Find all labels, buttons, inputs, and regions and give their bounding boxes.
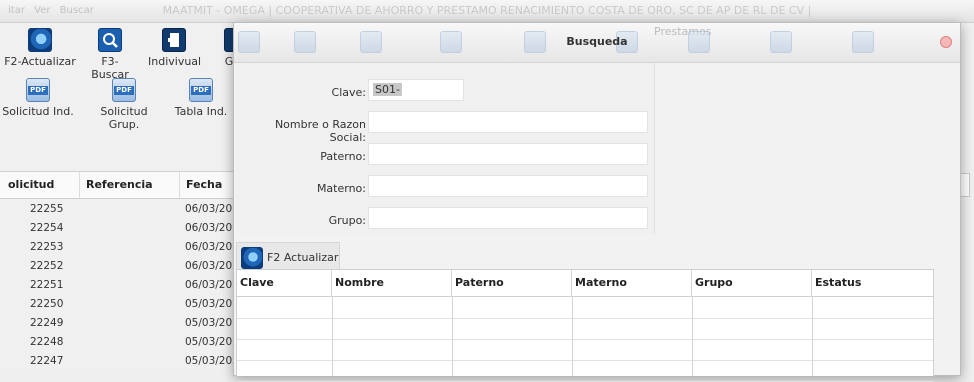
refresh-icon <box>28 28 52 52</box>
busqueda-dialog: Prestamos Busqueda Clave: S01- Nombre o … <box>233 22 961 382</box>
table-row[interactable] <box>237 339 933 361</box>
update-button[interactable]: F2 Actualizar <box>236 242 340 272</box>
cell-solicitud: 22254 <box>30 222 64 234</box>
table-row[interactable]: 22253 06/03/202 <box>0 238 239 257</box>
column-divider <box>692 296 693 376</box>
column-divider <box>332 296 333 376</box>
table-row[interactable]: 22250 05/03/202 <box>0 295 239 314</box>
column-grupo[interactable]: Grupo <box>692 270 812 296</box>
refresh-icon <box>241 247 263 269</box>
table-row[interactable] <box>237 297 933 319</box>
search-icon <box>98 28 122 52</box>
results-table-header: Clave Nombre Paterno Materno Grupo Estat… <box>237 270 933 297</box>
materno-input[interactable] <box>368 175 648 197</box>
menu-editar[interactable]: itar <box>8 5 25 16</box>
main-window-titlebar: MAATMIT - OMEGA | COOPERATIVA DE AHORRO … <box>0 0 974 23</box>
cell-fecha: 06/03/202 <box>185 203 239 215</box>
tabla-ind-label: Tabla Ind. <box>174 105 228 118</box>
pdf-icon: PDF <box>112 78 136 102</box>
materno-label: Materno: <box>316 182 366 195</box>
clave-input[interactable]: S01- <box>368 79 464 101</box>
group-button-label: G <box>224 55 234 68</box>
pdf-icon: PDF <box>189 78 213 102</box>
column-referencia[interactable]: Referencia <box>80 172 180 198</box>
column-divider <box>812 296 813 376</box>
column-divider <box>572 296 573 376</box>
cell-solicitud: 22251 <box>30 279 64 291</box>
dialog-title: Busqueda <box>566 35 628 48</box>
individual-button[interactable]: Indivivual <box>148 28 202 68</box>
table-row[interactable] <box>237 318 933 340</box>
column-solicitud[interactable]: olicitud <box>0 172 80 198</box>
search-form: Clave: S01- Nombre o Razon Social: Pater… <box>236 63 655 234</box>
table-row[interactable]: 22249 05/03/202 <box>0 314 239 333</box>
menu-buscar[interactable]: Buscar <box>60 5 94 16</box>
cell-solicitud: 22252 <box>30 260 64 272</box>
table-row[interactable]: 22251 06/03/202 <box>0 276 239 295</box>
group-button[interactable]: G <box>216 28 234 68</box>
cell-solicitud: 22247 <box>30 355 64 367</box>
search-button[interactable]: F3-Buscar <box>84 28 136 81</box>
exit-door-icon <box>162 28 186 52</box>
close-icon[interactable] <box>940 36 952 48</box>
cell-solicitud: 22248 <box>30 336 64 348</box>
cell-solicitud: 22250 <box>30 298 64 310</box>
menu-ver[interactable]: Ver <box>34 5 50 16</box>
table-row[interactable]: 22247 05/03/202 <box>0 352 239 371</box>
nombre-label: Nombre o Razon Social: <box>274 118 366 144</box>
cell-fecha: 06/03/202 <box>185 222 239 234</box>
cell-fecha: 06/03/202 <box>185 279 239 291</box>
column-nombre[interactable]: Nombre <box>332 270 452 296</box>
column-estatus[interactable]: Estatus <box>812 270 933 296</box>
solicitud-grup-button[interactable]: PDF Solicitud Grup. <box>84 78 164 131</box>
column-divider <box>452 296 453 376</box>
cell-fecha: 05/03/202 <box>185 317 239 329</box>
individual-button-label: Indivivual <box>148 55 202 68</box>
cell-fecha: 06/03/202 <box>185 260 239 272</box>
nombre-input[interactable] <box>368 111 648 133</box>
table-row[interactable] <box>237 360 933 382</box>
table-row[interactable]: 22254 06/03/202 <box>0 219 239 238</box>
dialog-titlebar: Prestamos Busqueda <box>234 23 960 63</box>
tabla-ind-button[interactable]: PDF Tabla Ind. <box>170 78 232 118</box>
clave-value: S01- <box>373 83 402 96</box>
column-paterno[interactable]: Paterno <box>452 270 572 296</box>
update-button-label: F2 Actualizar <box>267 251 339 264</box>
solicitud-ind-label: Solicitud Ind. <box>2 105 74 118</box>
clave-label: Clave: <box>331 86 366 99</box>
paterno-input[interactable] <box>368 143 648 165</box>
column-materno[interactable]: Materno <box>572 270 692 296</box>
refresh-button-label: F2-Actualizar <box>4 55 76 68</box>
cell-fecha: 05/03/202 <box>185 298 239 310</box>
solicitud-grup-label: Solicitud Grup. <box>100 105 148 131</box>
table-row[interactable]: 22252 06/03/202 <box>0 257 239 276</box>
cell-solicitud: 22255 <box>30 203 64 215</box>
cell-fecha: 05/03/202 <box>185 336 239 348</box>
solicitud-ind-button[interactable]: PDF Solicitud Ind. <box>0 78 76 118</box>
table-row[interactable]: 22248 05/03/202 <box>0 333 239 352</box>
cell-solicitud: 22249 <box>30 317 64 329</box>
cell-fecha: 06/03/202 <box>185 241 239 253</box>
column-fecha[interactable]: Fecha <box>180 172 238 198</box>
column-clave[interactable]: Clave <box>237 270 332 296</box>
cell-fecha: 05/03/202 <box>185 355 239 367</box>
cell-solicitud: 22253 <box>30 241 64 253</box>
paterno-label: Paterno: <box>320 150 366 163</box>
grupo-input[interactable] <box>368 207 648 229</box>
prestamos-table-header: olicitud Referencia Fecha <box>0 171 238 199</box>
results-table: Clave Nombre Paterno Materno Grupo Estat… <box>236 269 934 382</box>
grupo-label: Grupo: <box>328 214 366 227</box>
menu-bar: itar Ver Buscar <box>8 5 100 16</box>
pdf-icon: PDF <box>26 78 50 102</box>
table-row[interactable]: 22255 06/03/202 <box>0 200 239 219</box>
main-window-title: MAATMIT - OMEGA | COOPERATIVA DE AHORRO … <box>162 4 812 17</box>
refresh-button[interactable]: F2-Actualizar <box>4 28 76 68</box>
